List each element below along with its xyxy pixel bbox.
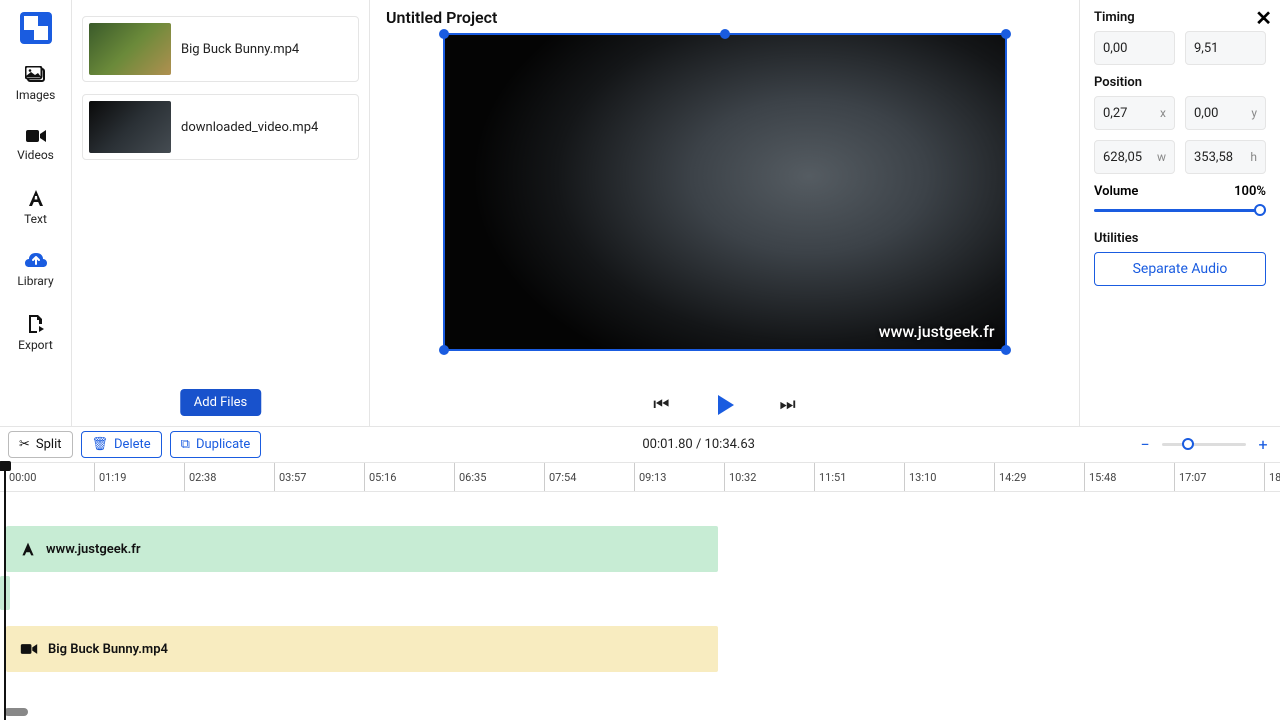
ruler-tick: 10:32 xyxy=(724,463,756,491)
volume-slider[interactable] xyxy=(1094,203,1266,217)
resize-handle[interactable] xyxy=(720,29,730,39)
ruler-tick: 02:38 xyxy=(184,463,216,491)
zoom-knob[interactable] xyxy=(1182,438,1194,450)
resize-handle[interactable] xyxy=(439,29,449,39)
pos-y-input[interactable]: 0,00y xyxy=(1185,96,1266,130)
media-list: Big Buck Bunny.mp4 downloaded_video.mp4 … xyxy=(72,0,370,426)
utilities-label: Utilities xyxy=(1094,231,1266,246)
split-label: Split xyxy=(36,437,62,452)
playhead[interactable] xyxy=(4,463,6,720)
left-nav: Images Videos Text Library xyxy=(0,0,72,426)
volume-label: Volume xyxy=(1094,184,1138,199)
ruler-tick: 11:51 xyxy=(814,463,846,491)
add-files-button[interactable]: Add Files xyxy=(180,389,261,416)
nav-export[interactable]: Export xyxy=(0,310,71,356)
ruler-tick: 14:29 xyxy=(994,463,1026,491)
media-name: Big Buck Bunny.mp4 xyxy=(181,42,299,57)
prev-frame-button[interactable]: ⏮ xyxy=(653,392,669,418)
media-thumb xyxy=(89,23,171,75)
zoom-out-button[interactable]: − xyxy=(1136,435,1154,454)
copy-icon: ⧉ xyxy=(181,437,190,452)
zoom-in-button[interactable]: + xyxy=(1254,435,1272,454)
properties-panel: ✕ Timing 0,00 9,51 Position 0,27x 0,00y … xyxy=(1080,0,1280,426)
delete-label: Delete xyxy=(114,437,151,452)
next-frame-button[interactable]: ⏭ xyxy=(780,392,796,418)
preview-watermark: www.justgeek.fr xyxy=(879,322,995,341)
images-icon xyxy=(25,66,47,84)
video-clip-icon xyxy=(20,642,38,656)
pos-x-input[interactable]: 0,27x xyxy=(1094,96,1175,130)
resize-handle[interactable] xyxy=(439,345,449,355)
close-icon[interactable]: ✕ xyxy=(1255,6,1272,30)
text-clip-label: www.justgeek.fr xyxy=(46,542,141,557)
nav-library[interactable]: Library xyxy=(0,248,71,292)
ruler-tick: 05:16 xyxy=(364,463,396,491)
ruler-tick: 06:35 xyxy=(454,463,486,491)
media-thumb xyxy=(89,101,171,153)
position-label: Position xyxy=(1094,75,1266,90)
nav-text[interactable]: Text xyxy=(0,184,71,230)
resize-handle[interactable] xyxy=(1001,345,1011,355)
playback-controls: ⏮ ⏭ xyxy=(386,386,1063,420)
ruler-tick: 13:10 xyxy=(904,463,936,491)
volume-track xyxy=(1094,209,1266,212)
app-logo xyxy=(20,12,52,44)
timecode: 00:01.80 / 10:34.63 xyxy=(642,437,755,452)
split-button[interactable]: ✂ Split xyxy=(8,431,73,458)
nav-videos[interactable]: Videos xyxy=(0,124,71,166)
ruler-tick: 03:57 xyxy=(274,463,306,491)
timeline-ruler[interactable]: 00:0001:1902:3803:5705:1606:3507:5409:13… xyxy=(0,462,1280,492)
nav-images-label: Images xyxy=(16,88,56,102)
library-icon xyxy=(25,252,47,270)
timing-start-input[interactable]: 0,00 xyxy=(1094,31,1175,65)
duplicate-label: Duplicate xyxy=(196,437,250,452)
video-clip-label: Big Buck Bunny.mp4 xyxy=(48,642,168,657)
volume-value: 100% xyxy=(1234,184,1266,199)
horizontal-scrollbar[interactable] xyxy=(4,708,28,716)
ruler-tick: 17:07 xyxy=(1174,463,1206,491)
volume-thumb[interactable] xyxy=(1254,204,1266,216)
ruler-tick: 07:54 xyxy=(544,463,576,491)
videos-icon xyxy=(25,128,47,144)
pos-h-input[interactable]: 353,58h xyxy=(1185,140,1266,174)
zoom-slider[interactable] xyxy=(1162,443,1246,446)
preview-stage: www.justgeek.fr xyxy=(386,33,1063,386)
ruler-tick: 18:2 xyxy=(1264,463,1280,491)
timing-end-input[interactable]: 9,51 xyxy=(1185,31,1266,65)
preview-frame[interactable]: www.justgeek.fr xyxy=(443,33,1007,351)
media-item[interactable]: downloaded_video.mp4 xyxy=(82,94,359,160)
nav-library-label: Library xyxy=(17,274,53,288)
scissors-icon: ✂ xyxy=(19,437,30,452)
timing-label: Timing xyxy=(1094,10,1266,25)
export-icon xyxy=(26,314,46,334)
duplicate-button[interactable]: ⧉ Duplicate xyxy=(170,431,262,458)
ruler-tick: 01:19 xyxy=(94,463,126,491)
preview-panel: Untitled Project www.justgeek.fr ⏮ ⏭ xyxy=(370,0,1080,426)
trash-icon: 🗑 xyxy=(92,437,109,452)
nav-videos-label: Videos xyxy=(17,148,54,162)
ruler-tick: 15:48 xyxy=(1084,463,1116,491)
nav-text-label: Text xyxy=(24,212,47,226)
zoom-control: − + xyxy=(1136,435,1272,454)
nav-export-label: Export xyxy=(18,338,53,352)
timeline-tracks: www.justgeek.fr Big Buck Bunny.mp4 xyxy=(0,492,1280,720)
play-button[interactable] xyxy=(712,392,738,418)
nav-images[interactable]: Images xyxy=(0,62,71,106)
pos-w-input[interactable]: 628,05w xyxy=(1094,140,1175,174)
timeline-toolbar: ✂ Split 🗑 Delete ⧉ Duplicate 00:01.80 / … xyxy=(0,426,1280,462)
resize-handle[interactable] xyxy=(1001,29,1011,39)
text-clip[interactable]: www.justgeek.fr xyxy=(6,526,718,572)
delete-button[interactable]: 🗑 Delete xyxy=(81,431,162,458)
media-name: downloaded_video.mp4 xyxy=(181,120,318,135)
text-icon xyxy=(26,188,46,208)
ruler-tick: 09:13 xyxy=(634,463,666,491)
media-item[interactable]: Big Buck Bunny.mp4 xyxy=(82,16,359,82)
video-clip[interactable]: Big Buck Bunny.mp4 xyxy=(6,626,718,672)
separate-audio-button[interactable]: Separate Audio xyxy=(1094,252,1266,286)
project-title: Untitled Project xyxy=(386,8,1063,27)
text-clip-icon xyxy=(20,541,36,557)
